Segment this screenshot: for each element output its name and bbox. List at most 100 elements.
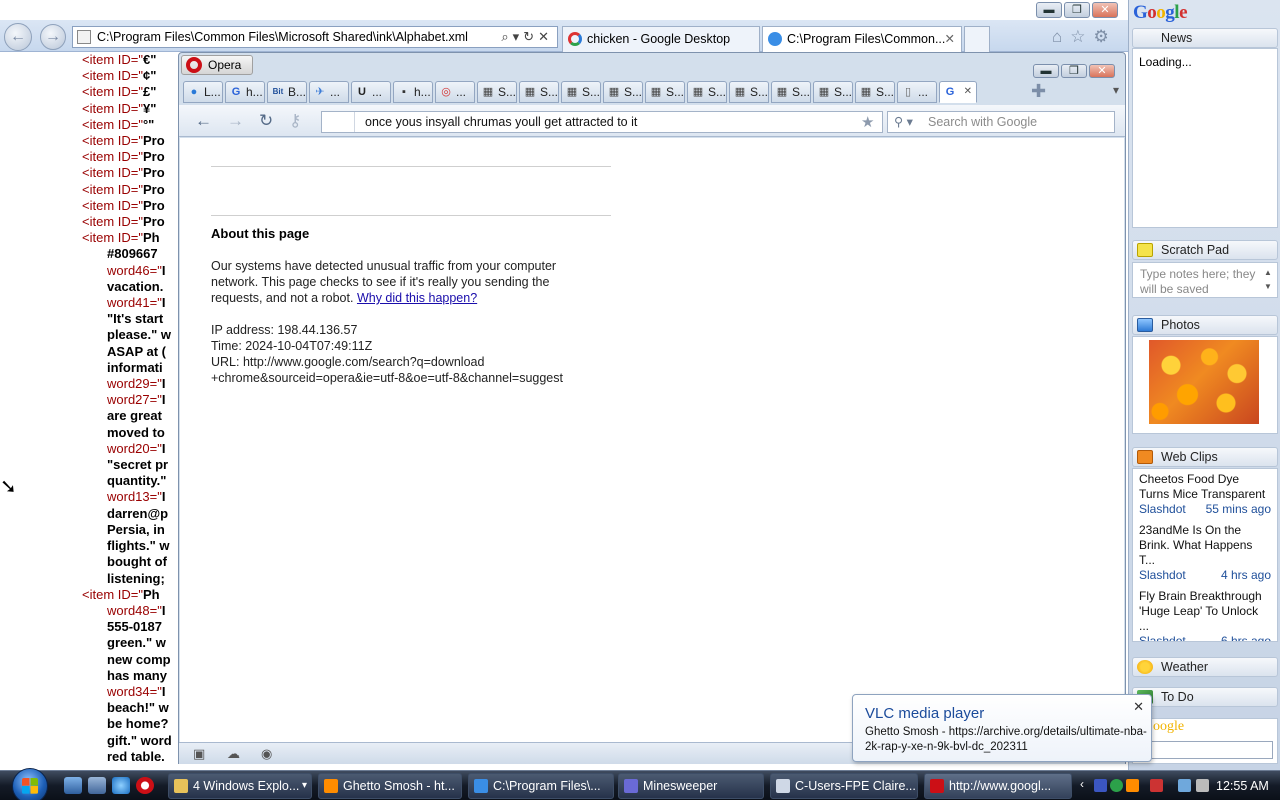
forward-icon[interactable]: → [227,111,244,131]
opera-tab[interactable]: G ✕ [939,81,977,103]
opera-tab[interactable]: ▦ S... [519,81,559,103]
opera-minimize-button[interactable]: ▬ [1033,64,1059,78]
opera-tab[interactable]: ▦ S... [687,81,727,103]
forward-icon[interactable]: → [40,24,66,50]
opera-tab[interactable]: ▦ S... [561,81,601,103]
opera-close-button[interactable]: ✕ [1089,64,1115,78]
close-tab-icon[interactable]: ✕ [945,27,955,51]
tray-app-icon[interactable] [1094,779,1107,792]
ie-new-tab[interactable] [964,26,990,52]
scrollbar[interactable]: ▲ ▼ [1264,266,1274,294]
tray-google-icon[interactable] [1110,779,1123,792]
taskbar-button[interactable]: C:\Program Files\... [468,773,614,799]
opera-tab[interactable]: ▦ S... [855,81,895,103]
img-favicon-icon: ▪ [402,86,406,98]
xml-value: quantity." [107,473,167,489]
taskbar-button[interactable]: Ghetto Smosh - ht... [318,773,462,799]
turbo-icon[interactable]: ◉ [261,746,272,762]
opera-tab[interactable]: Bit B... [267,81,307,103]
network-icon[interactable] [1178,779,1191,792]
tray-vlc-icon[interactable] [1126,779,1139,792]
opera-tab[interactable]: ▪ h... [393,81,433,103]
news-gadget-header[interactable]: News [1132,28,1278,48]
close-icon[interactable]: ✕ [1133,699,1144,715]
taskbar-button[interactable]: C-Users-FPE Claire... [770,773,918,799]
opera-tab[interactable]: ● L... [183,81,223,103]
vlc-notification[interactable]: VLC media player Ghetto Smosh - https://… [852,694,1152,762]
show-hidden-icons[interactable]: ‹ [1080,777,1093,791]
favorites-star-icon[interactable]: ☆ [1070,27,1093,46]
ie-address-bar[interactable]: C:\Program Files\Common Files\Microsoft … [72,26,558,48]
back-icon[interactable]: ← [195,111,212,131]
opera-tab[interactable]: ▦ S... [813,81,853,103]
home-icon[interactable]: ⌂ [1052,27,1070,46]
web-clip-headline[interactable]: Cheetos Food Dye Turns Mice Transparent [1139,472,1271,502]
taskbar-app-icon [474,779,488,793]
opera-tab[interactable]: ✈... [309,81,349,103]
taskbar-button[interactable]: Minesweeper [618,773,764,799]
switch-windows-icon[interactable] [88,777,106,794]
opera-tab[interactable]: ▯... [897,81,937,103]
xml-line: <item ID="€" [82,52,182,68]
web-clip-item[interactable]: Cheetos Food Dye Turns Mice Transparent S… [1139,472,1271,517]
taskbar-button[interactable]: 4 Windows Explo... ▾ [168,773,312,799]
unite-cloud-icon[interactable]: ☁ [227,746,240,762]
reload-icon[interactable]: ↻ [259,111,273,131]
new-tab-icon[interactable]: ✚ [1031,81,1046,102]
opera-tab[interactable]: ▦ S... [603,81,643,103]
xml-value: new comp [107,651,171,667]
ie-tab-chicken[interactable]: chicken - Google Desktop [562,26,760,52]
close-tab-icon[interactable]: ✕ [964,82,972,102]
web-clip-headline[interactable]: Fly Brain Breakthrough 'Huge Leap' To Un… [1139,589,1271,634]
weather-header[interactable]: Weather [1132,657,1278,677]
opera-menu-button[interactable]: Opera [181,55,253,75]
gear-icon[interactable]: ⚙ [1094,27,1117,46]
opera-search-field[interactable]: ⚲ ▾ Search with Google [887,111,1115,133]
web-clip-item[interactable]: 23andMe Is On the Brink. What Happens T.… [1139,523,1271,583]
web-clip-item[interactable]: Fly Brain Breakthrough 'Huge Leap' To Un… [1139,589,1271,641]
close-button[interactable]: ✕ [1092,2,1118,18]
opera-tab[interactable]: U... [351,81,391,103]
xml-line: be home? [82,716,182,732]
opera-page-content: About this page Our systems have detecte… [180,138,1124,742]
xml-tag: word13=" [107,489,162,505]
clock[interactable]: 12:55 AM [1216,771,1269,800]
back-icon[interactable]: ← [4,23,32,51]
opera-tab[interactable]: ▦ S... [729,81,769,103]
scratch-pad-input[interactable]: Type notes here; they will be saved ▲ ▼ [1132,262,1278,298]
opera-address-field[interactable]: once yous insyall chrumas youll get attr… [321,111,883,133]
ie-quicklaunch-icon[interactable] [112,777,130,794]
ie-tab-alphabet[interactable]: C:\Program Files\Common... ✕ [762,26,962,52]
opera-quicklaunch-icon[interactable] [136,777,154,794]
group-chevron-down-icon[interactable]: ▾ [302,774,307,798]
web-clips-header[interactable]: Web Clips [1132,447,1278,467]
about-body: Our systems have detected unusual traffi… [211,258,591,386]
minimize-button[interactable]: ▬ [1036,2,1062,18]
start-button[interactable] [12,768,48,800]
tab-menu-chevron-down-icon[interactable]: ▾ [1113,83,1119,97]
photos-gadget-header[interactable]: Photos [1132,315,1278,335]
address-tools[interactable]: ⌕▾↻✕ [501,27,553,47]
opera-restore-button[interactable]: ❐ [1061,64,1087,78]
scratch-pad-header[interactable]: Scratch Pad [1132,240,1278,260]
show-desktop-icon[interactable] [64,777,82,794]
maximize-button[interactable]: ❐ [1064,2,1090,18]
why-link[interactable]: Why did this happen? [357,291,477,305]
flower-photo[interactable] [1149,340,1259,424]
volume-icon[interactable] [1196,779,1209,792]
google-search-input[interactable] [1137,741,1273,759]
opera-tab[interactable]: ▦ S... [477,81,517,103]
panel-toggle-icon[interactable]: ▣ [193,746,205,762]
opera-tab[interactable]: ▦ S... [771,81,811,103]
taskbar-button-label: Minesweeper [643,779,718,793]
taskbar-button[interactable]: http://www.googl... [924,773,1072,799]
opera-tab[interactable]: ◎... [435,81,475,103]
key-icon[interactable]: ⚷ [289,111,301,131]
opera-tab[interactable]: Gh... [225,81,265,103]
opera-tab[interactable]: ▦ S... [645,81,685,103]
xml-value: I [161,392,166,408]
bookmark-star-icon[interactable]: ★ [861,113,874,131]
tray-security-icon[interactable] [1150,779,1163,792]
web-clip-headline[interactable]: 23andMe Is On the Brink. What Happens T.… [1139,523,1271,568]
todo-header[interactable]: To Do [1132,687,1278,707]
